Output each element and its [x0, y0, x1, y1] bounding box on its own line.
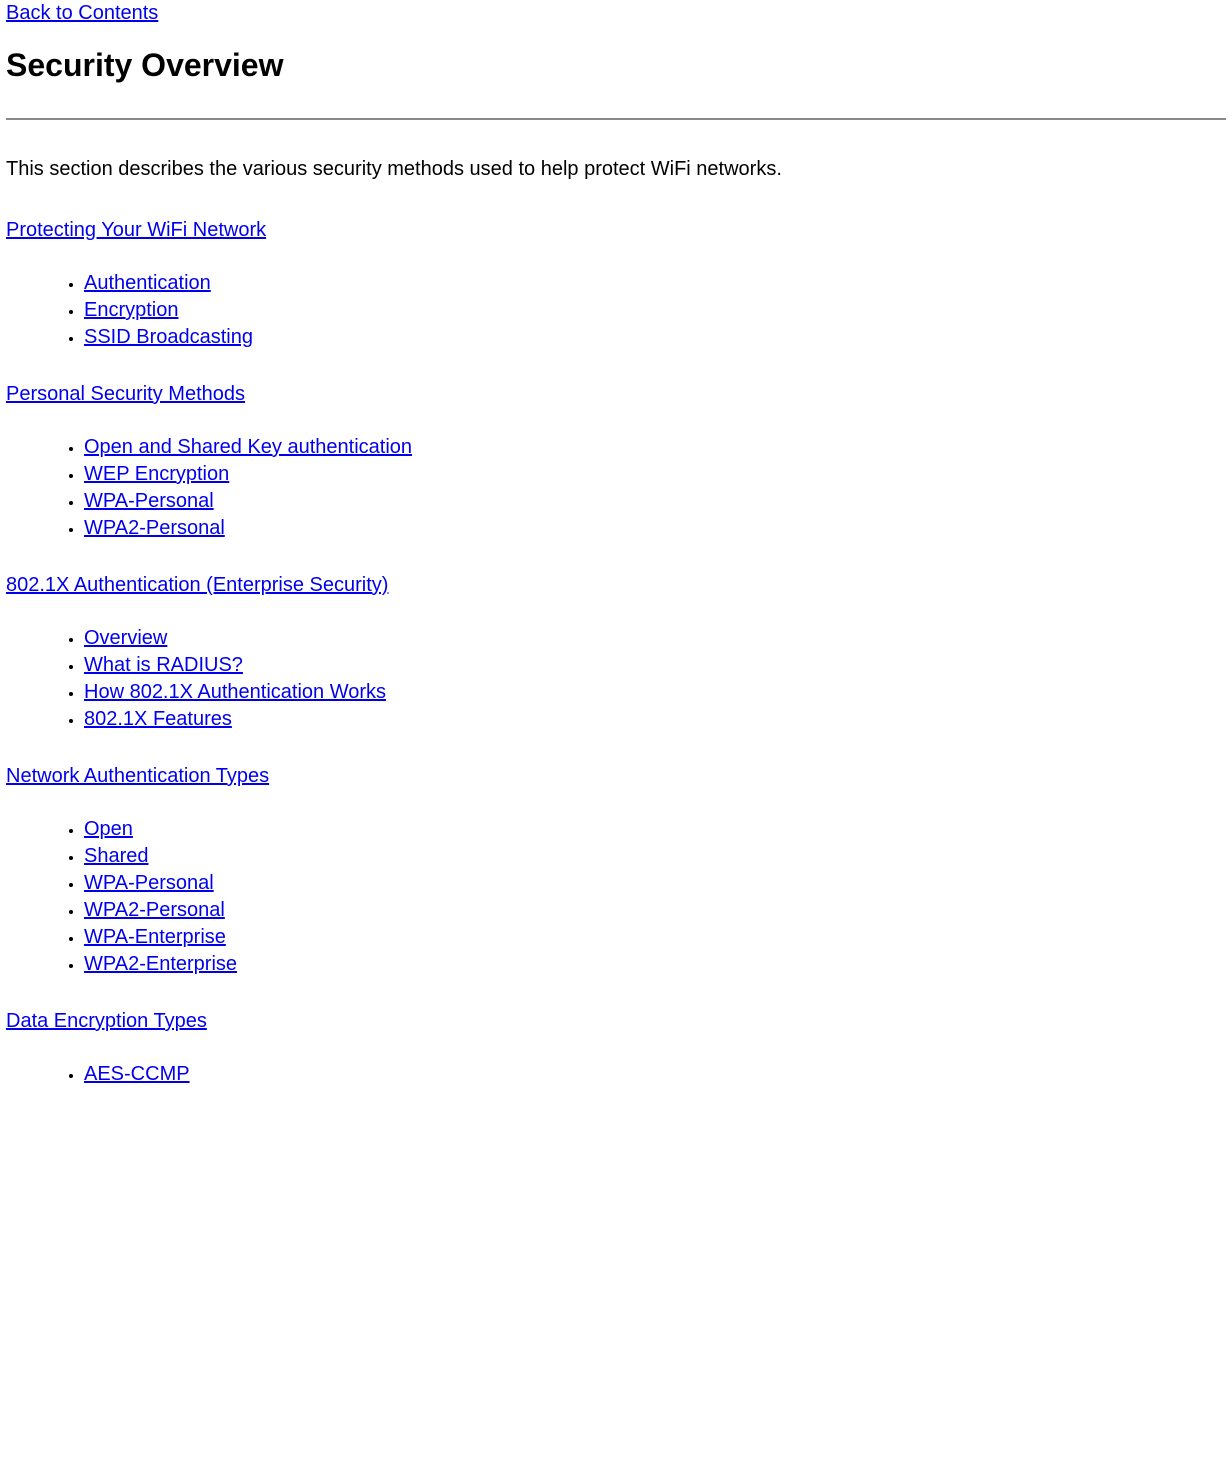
link-encryption[interactable]: Encryption [84, 299, 179, 321]
list-item: Authentication [84, 272, 1226, 295]
section-link-protecting[interactable]: Protecting Your WiFi Network [6, 219, 266, 241]
list-item: WPA-Personal [84, 490, 1226, 513]
page-title: Security Overview [6, 47, 1226, 84]
back-to-contents-link[interactable]: Back to Contents [6, 2, 158, 25]
section-heading: Network Authentication Types [6, 765, 1226, 788]
link-wpa2-personal-2[interactable]: WPA2-Personal [84, 899, 225, 921]
link-wpa-enterprise[interactable]: WPA-Enterprise [84, 926, 226, 948]
link-aes-ccmp[interactable]: AES-CCMP [84, 1063, 190, 1085]
list-item: WPA-Enterprise [84, 926, 1226, 949]
link-ssid-broadcasting[interactable]: SSID Broadcasting [84, 326, 253, 348]
link-how-8021x-works[interactable]: How 802.1X Authentication Works [84, 681, 386, 703]
list-item: WPA2-Personal [84, 517, 1226, 540]
link-list: Authentication Encryption SSID Broadcast… [6, 272, 1226, 349]
link-open[interactable]: Open [84, 818, 133, 840]
intro-paragraph: This section describes the various secur… [6, 158, 1226, 181]
link-open-shared-key[interactable]: Open and Shared Key authentication [84, 436, 412, 458]
link-wpa-personal-2[interactable]: WPA-Personal [84, 872, 214, 894]
link-list: Open Shared WPA-Personal WPA2-Personal W… [6, 818, 1226, 976]
link-wep-encryption[interactable]: WEP Encryption [84, 463, 229, 485]
list-item: What is RADIUS? [84, 654, 1226, 677]
list-item: Open and Shared Key authentication [84, 436, 1226, 459]
list-item: WPA2-Enterprise [84, 953, 1226, 976]
link-list: AES-CCMP [6, 1063, 1226, 1086]
link-wpa2-personal[interactable]: WPA2-Personal [84, 517, 225, 539]
link-8021x-features[interactable]: 802.1X Features [84, 708, 232, 730]
horizontal-rule [6, 118, 1226, 120]
link-what-is-radius[interactable]: What is RADIUS? [84, 654, 243, 676]
list-item: How 802.1X Authentication Works [84, 681, 1226, 704]
page-container: Back to Contents Security Overview This … [0, 0, 1232, 1140]
list-item: Open [84, 818, 1226, 841]
list-item: Shared [84, 845, 1226, 868]
link-list: Open and Shared Key authentication WEP E… [6, 436, 1226, 540]
section-heading: Personal Security Methods [6, 383, 1226, 406]
list-item: SSID Broadcasting [84, 326, 1226, 349]
link-list: Overview What is RADIUS? How 802.1X Auth… [6, 627, 1226, 731]
section-heading: Data Encryption Types [6, 1010, 1226, 1033]
link-shared[interactable]: Shared [84, 845, 149, 867]
list-item: WEP Encryption [84, 463, 1226, 486]
section-link-personal-security[interactable]: Personal Security Methods [6, 383, 245, 405]
link-wpa2-enterprise[interactable]: WPA2-Enterprise [84, 953, 237, 975]
list-item: WPA-Personal [84, 872, 1226, 895]
section-link-data-encryption-types[interactable]: Data Encryption Types [6, 1010, 207, 1032]
list-item: 802.1X Features [84, 708, 1226, 731]
section-link-network-auth-types[interactable]: Network Authentication Types [6, 765, 269, 787]
section-heading: Protecting Your WiFi Network [6, 219, 1226, 242]
list-item: Overview [84, 627, 1226, 650]
link-authentication[interactable]: Authentication [84, 272, 211, 294]
list-item: Encryption [84, 299, 1226, 322]
section-link-8021x-auth[interactable]: 802.1X Authentication (Enterprise Securi… [6, 574, 388, 596]
link-overview[interactable]: Overview [84, 627, 167, 649]
list-item: WPA2-Personal [84, 899, 1226, 922]
section-heading: 802.1X Authentication (Enterprise Securi… [6, 574, 1226, 597]
list-item: AES-CCMP [84, 1063, 1226, 1086]
link-wpa-personal[interactable]: WPA-Personal [84, 490, 214, 512]
